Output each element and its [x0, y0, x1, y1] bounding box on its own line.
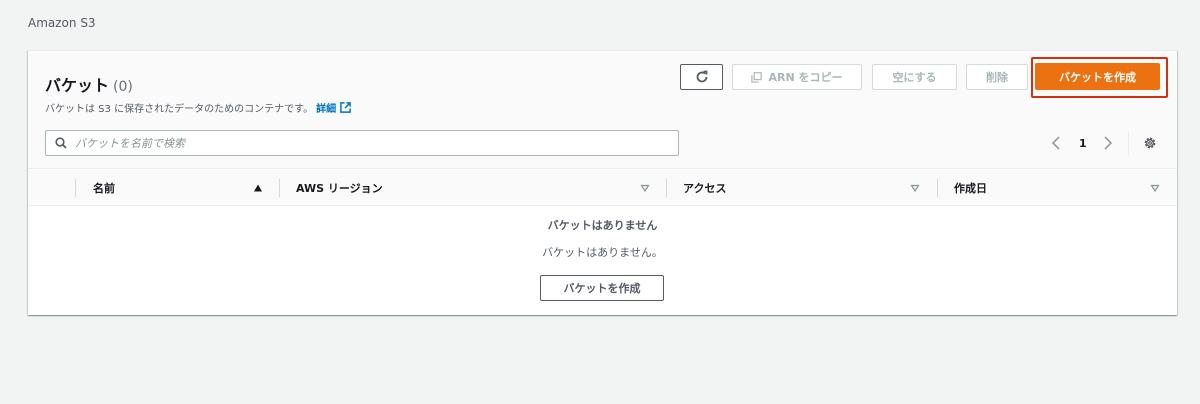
sort-ascending-icon[interactable]	[253, 183, 263, 193]
column-separator	[937, 179, 938, 197]
column-header-region[interactable]: AWS リージョン	[296, 170, 383, 206]
search-input[interactable]	[75, 136, 635, 150]
search-box[interactable]	[45, 130, 679, 156]
table-header: 名前 AWS リージョン アクセス 作成日	[28, 170, 1177, 206]
title-text: バケット	[45, 76, 110, 95]
delete-bucket-button[interactable]: 削除	[966, 64, 1028, 90]
copy-icon	[751, 71, 763, 83]
search-icon	[55, 137, 67, 149]
column-separator	[279, 179, 280, 197]
previous-page-button[interactable]	[1051, 133, 1065, 153]
external-link-icon[interactable]	[340, 102, 351, 113]
copy-arn-label: ARN をコピー	[768, 71, 843, 84]
page-number[interactable]: 1	[1079, 133, 1087, 153]
bucket-count: (0)	[113, 79, 133, 95]
breadcrumb[interactable]: Amazon S3	[28, 16, 96, 30]
description-text: バケットは S3 に保存されたデータのためのコンテナです。	[45, 104, 314, 115]
chevron-left-icon	[1051, 136, 1060, 150]
create-bucket-button[interactable]: バケットを作成	[1035, 63, 1160, 90]
sort-caret-icon[interactable]	[1150, 183, 1160, 193]
panel-header: バケット (0) バケットは S3 に保存されたデータのためのコンテナです。 詳細…	[28, 51, 1177, 169]
column-separator	[75, 179, 76, 197]
chevron-right-icon	[1104, 136, 1113, 150]
empty-state-title: バケットはありません	[547, 219, 658, 232]
gear-icon[interactable]	[1142, 135, 1158, 151]
info-link[interactable]: 詳細	[316, 100, 336, 115]
empty-bucket-button[interactable]: 空にする	[872, 64, 957, 90]
next-page-button[interactable]	[1103, 133, 1117, 153]
empty-state-message: バケットはありません。	[542, 246, 663, 259]
refresh-button[interactable]	[680, 64, 723, 90]
empty-state-create-button[interactable]: バケットを作成	[540, 275, 664, 301]
column-header-access[interactable]: アクセス	[683, 170, 726, 206]
pager-divider	[1128, 131, 1129, 155]
page-title: バケット (0)	[45, 72, 133, 96]
column-header-created[interactable]: 作成日	[954, 170, 987, 206]
column-header-name[interactable]: 名前	[93, 170, 115, 206]
panel-description: バケットは S3 に保存されたデータのためのコンテナです。 詳細	[45, 100, 351, 115]
column-separator	[666, 179, 667, 197]
refresh-icon	[696, 70, 707, 83]
sort-caret-icon[interactable]	[910, 183, 920, 193]
buckets-panel: バケット (0) バケットは S3 に保存されたデータのためのコンテナです。 詳細…	[28, 50, 1177, 315]
sort-caret-icon[interactable]	[640, 183, 650, 193]
copy-arn-button[interactable]: ARN をコピー	[732, 64, 862, 90]
